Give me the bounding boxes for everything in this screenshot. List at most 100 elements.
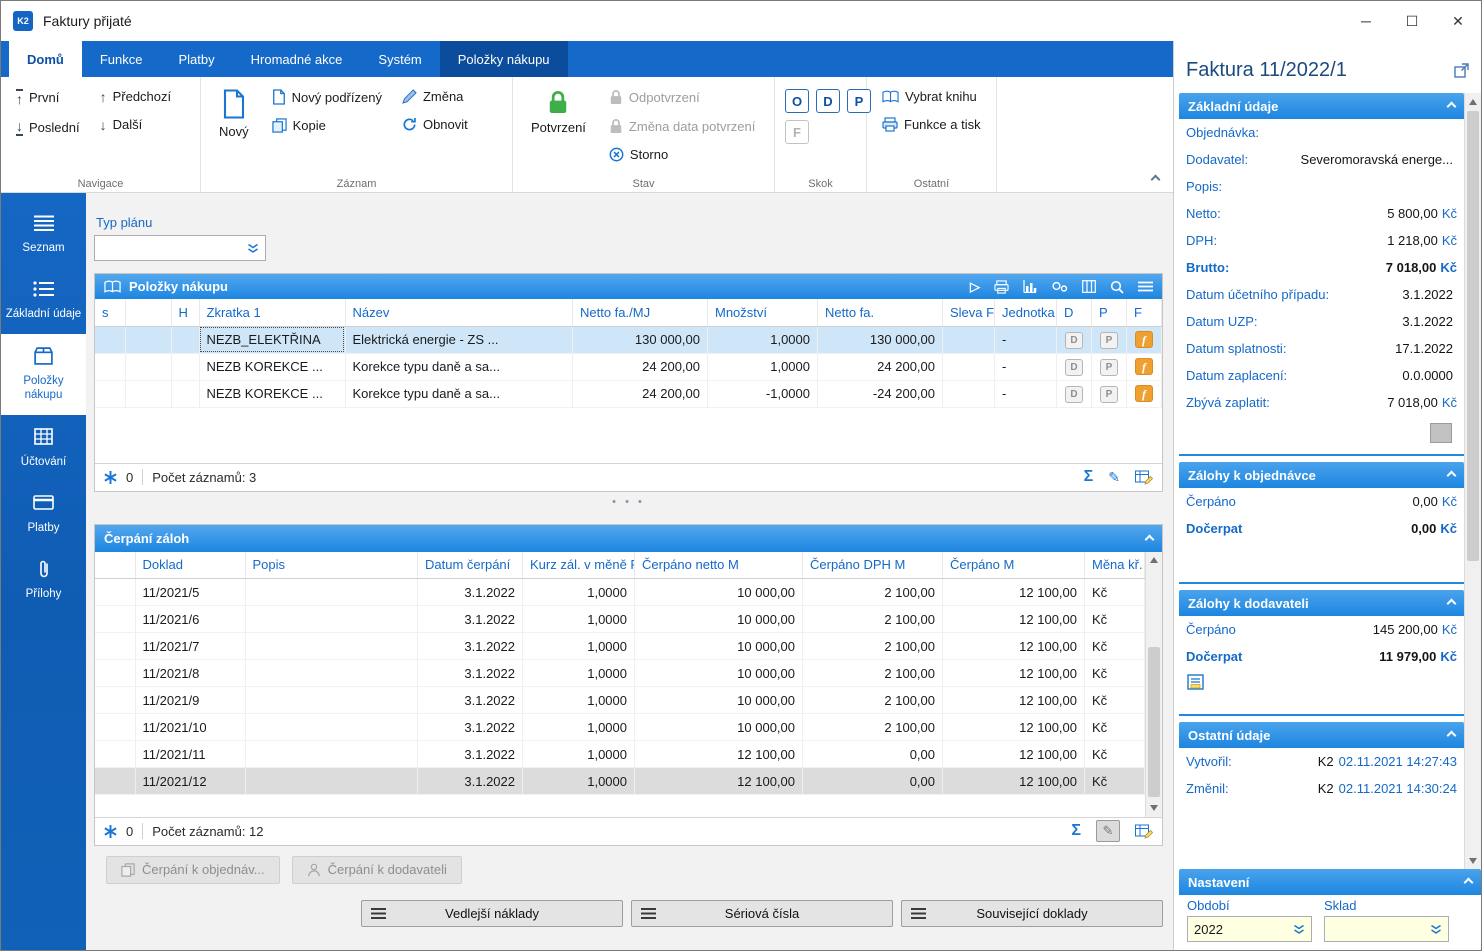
col-zkratka[interactable]: Zkratka 1 [199, 299, 345, 326]
cell-mena[interactable]: Kč [1085, 606, 1145, 633]
cell-datum[interactable]: 3.1.2022 [418, 633, 523, 660]
table-row[interactable]: 11/2021/5 3.1.2022 1,0000 10 000,00 2 10… [95, 579, 1145, 606]
scrollbar-thumb[interactable] [1148, 647, 1160, 797]
zmena-button[interactable]: Změna [397, 87, 473, 106]
cell-mena[interactable]: Kč [1085, 579, 1145, 606]
edit-table-icon[interactable] [1135, 469, 1153, 485]
cell-datum[interactable]: 3.1.2022 [418, 687, 523, 714]
col-s[interactable]: s [95, 299, 125, 326]
collapse-ribbon-button[interactable] [1152, 171, 1159, 186]
cell-kurz[interactable]: 1,0000 [523, 606, 635, 633]
storno-button[interactable]: Storno [604, 145, 760, 164]
novy-button[interactable]: Nový [211, 85, 257, 143]
col-cerpano[interactable]: Čerpáno M [943, 552, 1085, 579]
col-h[interactable]: H [171, 299, 199, 326]
cell-datum[interactable]: 3.1.2022 [418, 579, 523, 606]
col-p[interactable]: P [1092, 299, 1127, 326]
cell-cerpano[interactable]: 12 100,00 [943, 741, 1085, 768]
cell-zkratka[interactable]: NEZB KOREKCE ... [199, 353, 345, 380]
close-button[interactable]: ✕ [1435, 1, 1481, 41]
gears-icon[interactable] [1051, 280, 1068, 293]
edit-record-toggle[interactable]: ✎ [1096, 820, 1120, 842]
kopie-button[interactable]: Kopie [267, 116, 387, 135]
souvisejici-doklady-button[interactable]: Související doklady [901, 900, 1163, 927]
table-row[interactable]: 11/2021/7 3.1.2022 1,0000 10 000,00 2 10… [95, 633, 1145, 660]
cell-popis[interactable] [245, 660, 418, 687]
filter-flag-icon[interactable] [104, 471, 117, 484]
col-cerpano-dph[interactable]: Čerpáno DPH M [803, 552, 943, 579]
cell-mena[interactable]: Kč [1085, 714, 1145, 741]
open-in-window-icon[interactable] [1454, 63, 1469, 78]
cell-cerpano[interactable]: 12 100,00 [943, 714, 1085, 741]
section-header[interactable]: Ostatní údaje [1179, 722, 1464, 748]
cell-datum[interactable]: 3.1.2022 [418, 660, 523, 687]
tab-polozky-nakupu[interactable]: Položky nákupu [440, 41, 568, 77]
col-marker[interactable] [125, 299, 171, 326]
sidebar-item-uctovani[interactable]: Účtování [1, 415, 86, 481]
cell-mnozstvi[interactable]: 1,0000 [708, 353, 818, 380]
sum-icon[interactable]: Σ [1071, 823, 1081, 839]
sidebar-item-polozky-nakupu[interactable]: Položky nákupu [1, 334, 86, 415]
section-header[interactable]: Zálohy k objednávce [1179, 462, 1464, 488]
cell-netto-fa[interactable]: -24 200,00 [818, 380, 943, 407]
scroll-down-icon[interactable] [1146, 800, 1162, 817]
col-kurz[interactable]: Kurz zál. v měně F [523, 552, 635, 579]
cell-kurz[interactable]: 1,0000 [523, 687, 635, 714]
cell-mena[interactable]: Kč [1085, 768, 1145, 795]
cell-netto-mj[interactable]: 24 200,00 [573, 353, 708, 380]
cell-datum[interactable]: 3.1.2022 [418, 714, 523, 741]
posledni-button[interactable]: ↓ Poslední [11, 117, 85, 138]
vedlejsi-naklady-button[interactable]: Vedlejší náklady [361, 900, 623, 927]
cell-doklad[interactable]: 11/2021/7 [135, 633, 245, 660]
cell-cerpano-dph[interactable]: 2 100,00 [803, 633, 943, 660]
predchozi-button[interactable]: ↑ Předchozí [95, 87, 177, 106]
cell-nazev[interactable]: Korekce typu daně a sa... [345, 353, 573, 380]
sum-icon[interactable]: Σ [1084, 469, 1094, 485]
cell-datum[interactable]: 3.1.2022 [418, 606, 523, 633]
scroll-down-icon[interactable] [1465, 852, 1481, 869]
cell-mena[interactable]: Kč [1085, 660, 1145, 687]
columns-icon[interactable] [1082, 280, 1096, 293]
col-mena[interactable]: Měna kř. [1085, 552, 1145, 579]
cell-doklad[interactable]: 11/2021/8 [135, 660, 245, 687]
table-row[interactable]: 11/2021/10 3.1.2022 1,0000 10 000,00 2 1… [95, 714, 1145, 741]
cell-mnozstvi[interactable]: 1,0000 [708, 326, 818, 353]
cell-popis[interactable] [245, 687, 418, 714]
cell-cerpano-dph[interactable]: 2 100,00 [803, 687, 943, 714]
sidebar-item-seznam[interactable]: Seznam [1, 201, 86, 267]
detail-more-button[interactable] [1430, 423, 1452, 443]
vertical-scrollbar[interactable] [1145, 552, 1162, 817]
cell-cerpano-netto[interactable]: 10 000,00 [635, 714, 803, 741]
col-popis[interactable]: Popis [245, 552, 418, 579]
sklad-select[interactable] [1324, 916, 1449, 942]
seriova-cisla-button[interactable]: Sériová čísla [631, 900, 893, 927]
menu-icon[interactable] [1138, 281, 1153, 292]
cell-doklad[interactable]: 11/2021/5 [135, 579, 245, 606]
cell-cerpano-netto[interactable]: 10 000,00 [635, 606, 803, 633]
scrollbar-thumb[interactable] [1467, 111, 1479, 561]
prvni-button[interactable]: ↑ První [11, 87, 85, 108]
skok-o-button[interactable]: O [785, 89, 809, 113]
section-header[interactable]: Nastavení [1179, 869, 1481, 895]
col-datum[interactable]: Datum čerpání [418, 552, 523, 579]
tab-domu[interactable]: Domů [9, 41, 82, 77]
chart-icon[interactable] [1023, 280, 1037, 293]
cell-cerpano[interactable]: 12 100,00 [943, 660, 1085, 687]
cell-cerpano[interactable]: 12 100,00 [943, 579, 1085, 606]
cell-sleva[interactable] [943, 353, 995, 380]
cell-doklad[interactable]: 11/2021/6 [135, 606, 245, 633]
cell-jednotka[interactable]: - [995, 326, 1057, 353]
sidebar-item-platby[interactable]: Platby [1, 481, 86, 547]
col-f[interactable]: F [1127, 299, 1162, 326]
cell-netto-fa[interactable]: 130 000,00 [818, 326, 943, 353]
cell-nazev[interactable]: Elektrická energie - ZS ... [345, 326, 573, 353]
cell-cerpano[interactable]: 12 100,00 [943, 768, 1085, 795]
col-d[interactable]: D [1057, 299, 1092, 326]
cell-zkratka[interactable]: NEZB_ELEKTŘINA [199, 326, 345, 353]
minimize-button[interactable]: ─ [1343, 1, 1389, 41]
cell-netto-mj[interactable]: 24 200,00 [573, 380, 708, 407]
tab-system[interactable]: Systém [360, 41, 439, 77]
col-nazev[interactable]: Název [345, 299, 573, 326]
scroll-up-icon[interactable] [1465, 93, 1481, 110]
cell-jednotka[interactable]: - [995, 380, 1057, 407]
